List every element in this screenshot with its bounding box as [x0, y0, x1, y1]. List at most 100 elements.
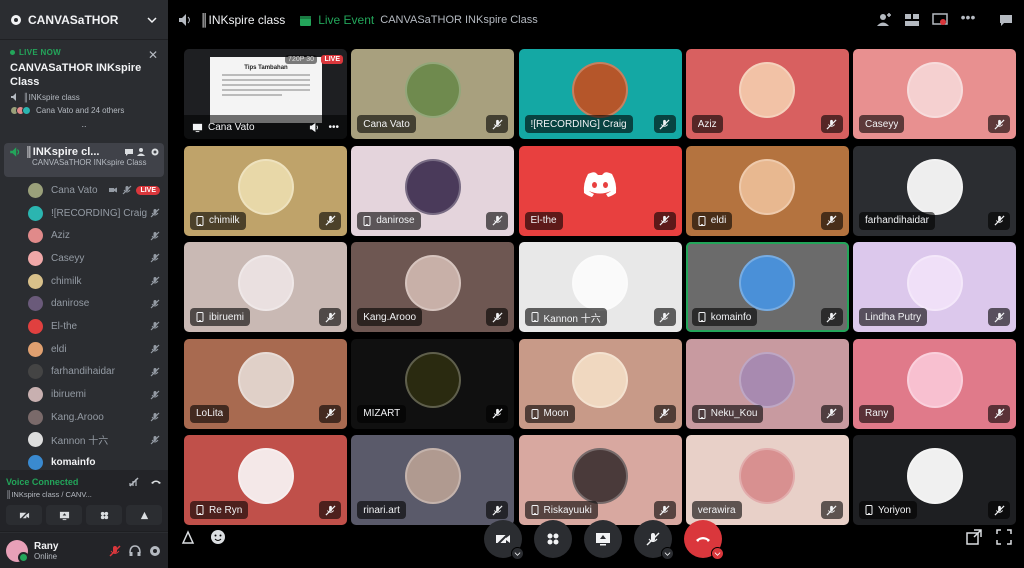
participant-tile[interactable]: Lindha Putry [853, 242, 1016, 332]
member-name: El-the [51, 320, 78, 332]
voice-member-item[interactable]: Caseyy [28, 247, 164, 270]
participant-tile[interactable]: Caseyy [853, 49, 1016, 139]
activities-button[interactable] [86, 505, 122, 525]
emoji-icon[interactable] [210, 529, 226, 545]
chevron-down-icon[interactable] [711, 547, 724, 560]
activities-button[interactable] [534, 520, 572, 558]
event-channel: ║INKspire class [10, 92, 158, 102]
voice-member-item[interactable]: eldi [28, 338, 164, 361]
voice-member-item[interactable]: ![RECORDING] Craig [28, 202, 164, 225]
share-screen-button[interactable] [584, 520, 622, 558]
screen-record-icon[interactable] [932, 12, 948, 28]
participant-tile[interactable]: danirose [351, 145, 515, 236]
chevron-down-icon[interactable] [661, 547, 674, 560]
participant-tile[interactable]: Re Ryn [184, 435, 347, 525]
disconnect-icon[interactable] [150, 476, 162, 488]
popout-icon[interactable] [966, 529, 982, 545]
participant-name: danirose [376, 215, 415, 226]
voice-member-item[interactable]: danirose [28, 292, 164, 315]
voice-member-item[interactable]: ibiruemi [28, 383, 164, 406]
camera-button[interactable] [6, 505, 42, 525]
mic-toggle-button[interactable] [634, 520, 674, 560]
fullscreen-icon[interactable] [996, 529, 1012, 545]
member-name: ibiruemi [51, 389, 87, 401]
mobile-phone-icon [196, 505, 204, 515]
participant-tile[interactable]: LoLita [184, 338, 347, 429]
participant-tile[interactable]: chimilk [184, 145, 347, 236]
participant-tile[interactable]: Riskayuuki [518, 435, 682, 525]
stream-tile[interactable]: Tips Tambahan 720P 30 LIVE Cana Vato ••• [184, 49, 347, 139]
settings-gear-icon[interactable] [148, 544, 162, 558]
chat-icon[interactable] [124, 147, 134, 157]
voice-member-item[interactable]: Kannon 十六 [28, 429, 164, 452]
signal-icon[interactable] [128, 476, 140, 488]
share-screen-button[interactable] [46, 505, 82, 525]
voice-member-item[interactable]: farhandihaidar [28, 361, 164, 384]
mic-muted-icon [659, 311, 670, 323]
user-panel: Rany Online [0, 533, 168, 568]
voice-member-item[interactable]: Kang.Arooo [28, 406, 164, 429]
participant-tile[interactable]: Cana Vato [351, 49, 515, 139]
participant-tile[interactable]: Aziz [685, 49, 849, 139]
participant-tile[interactable]: Kannon 十六 [518, 242, 682, 332]
participant-avatar [739, 62, 796, 118]
chevron-down-icon[interactable] [146, 14, 158, 26]
soundboard-icon[interactable] [180, 529, 196, 545]
camera-off-icon [109, 187, 118, 193]
participant-tile[interactable]: ibiruemi [184, 242, 347, 332]
server-header[interactable]: CANVASaTHOR [0, 0, 168, 40]
voice-channel-icon [10, 147, 20, 157]
voice-member-item[interactable]: Cana Vato LIVE [28, 179, 164, 202]
participant-name: Caseyy [865, 118, 899, 130]
layout-icon[interactable] [904, 12, 920, 28]
mute-indicator [319, 211, 341, 230]
soundboard-button[interactable] [126, 505, 162, 525]
participant-tile[interactable]: rinari.art [351, 435, 515, 525]
disconnect-button[interactable] [684, 520, 724, 560]
participant-name: Lindha Putry [865, 311, 922, 323]
voice-member-item[interactable]: Aziz [28, 224, 164, 247]
avatar [28, 409, 43, 425]
live-event-label[interactable]: Live Event [318, 13, 374, 27]
participant-avatar [237, 351, 294, 408]
mic-muted-icon [826, 118, 837, 130]
live-event-card[interactable]: LIVE NOW ✕ CANVASaTHOR INKspire Class ║I… [4, 44, 164, 134]
participant-tile[interactable]: El-the [518, 145, 682, 236]
voice-member-item[interactable]: chimilk [28, 270, 164, 293]
participant-tile[interactable]: verawira [685, 435, 849, 525]
server-icon [11, 14, 21, 25]
mute-indicator [653, 501, 676, 519]
close-icon[interactable]: ✕ [148, 48, 158, 62]
participant-tile[interactable]: Neku_Kou [685, 338, 849, 429]
avatar[interactable] [6, 539, 29, 563]
participant-tile[interactable]: Rany [853, 338, 1016, 429]
voice-channel-item[interactable]: ║INKspire cl... CANVASaTHOR INKspire Cla… [4, 143, 164, 177]
volume-icon[interactable] [309, 122, 320, 133]
mute-indicator [486, 115, 509, 133]
mic-muted-icon[interactable] [108, 544, 122, 558]
voice-member-item[interactable]: El-the [28, 315, 164, 338]
participant-tile[interactable]: farhandihaidar [853, 145, 1016, 236]
participant-tile[interactable]: Yoriyon [853, 435, 1016, 525]
participant-tile[interactable]: Moon [518, 338, 682, 429]
participant-tile[interactable]: komainfo [685, 242, 849, 332]
add-member-icon[interactable] [137, 147, 147, 157]
headphones-icon[interactable] [128, 544, 142, 558]
more-options-icon[interactable]: ••• [328, 122, 339, 133]
chat-toggle-icon[interactable] [998, 12, 1014, 28]
participant-tile[interactable]: ![RECORDING] Craig [518, 49, 682, 139]
mic-muted-icon [123, 185, 132, 195]
participant-name: Re Ryn [209, 504, 243, 516]
participant-name: eldi [710, 215, 727, 226]
more-options-icon[interactable]: ••• [960, 10, 976, 28]
chevron-down-icon[interactable] [511, 547, 524, 560]
participant-tile[interactable]: Kang.Arooo [351, 242, 515, 332]
add-user-icon[interactable] [876, 12, 892, 28]
camera-toggle-button[interactable] [484, 520, 524, 560]
gear-icon[interactable] [150, 147, 160, 157]
mic-muted-icon [826, 215, 837, 226]
participant-tile[interactable]: MIZART [351, 338, 515, 429]
participant-tile[interactable]: eldi [685, 145, 849, 236]
voice-channel-icon [179, 14, 190, 26]
mic-muted-icon [492, 311, 503, 323]
